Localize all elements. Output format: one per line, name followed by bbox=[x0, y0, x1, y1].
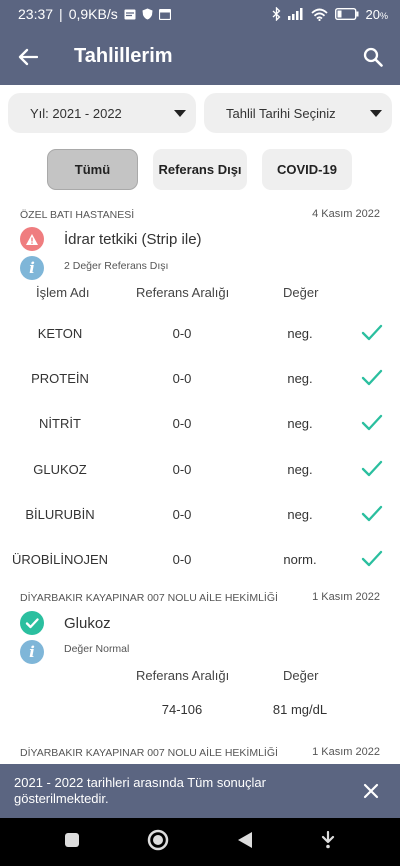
result-value: norm. bbox=[283, 552, 317, 567]
down-arrow-icon bbox=[322, 830, 335, 848]
column-header-value: Değer bbox=[283, 668, 319, 683]
battery-level: 20% bbox=[365, 6, 388, 22]
hospital-name: ÖZEL BATI HASTANESİ bbox=[20, 209, 135, 221]
check-icon bbox=[361, 414, 383, 437]
page-title: Tahlillerim bbox=[74, 45, 173, 67]
reference-range: 0-0 bbox=[172, 326, 192, 341]
hospital-name: DİYARBAKIR KAYAPINAR 007 NOLU AİLE HEKİM… bbox=[20, 592, 278, 604]
column-header-name: İşlem Adı bbox=[36, 285, 90, 300]
bluetooth-icon bbox=[272, 7, 281, 21]
system-nav-bar bbox=[0, 818, 400, 866]
test-item-name: NİTRİT bbox=[39, 416, 81, 431]
close-icon bbox=[363, 783, 379, 799]
calendar-icon bbox=[158, 8, 171, 20]
result-value: 81 mg/dL bbox=[272, 702, 328, 717]
info-icon: i bbox=[20, 256, 44, 280]
tab-covid-19[interactable]: COVID-19 bbox=[262, 149, 352, 190]
test-item-name: BİLURUBİN bbox=[25, 507, 95, 522]
reference-range: 0-0 bbox=[172, 416, 192, 431]
circle-icon bbox=[148, 829, 169, 850]
recent-apps-button[interactable] bbox=[64, 832, 80, 853]
result-value: neg. bbox=[287, 416, 313, 431]
triangle-back-icon bbox=[237, 831, 252, 848]
column-header-reference: Referans Aralığı bbox=[136, 668, 230, 683]
status-separator: | bbox=[59, 6, 63, 22]
reference-range: 0-0 bbox=[172, 371, 192, 386]
search-icon bbox=[363, 47, 383, 67]
search-button[interactable] bbox=[346, 28, 400, 85]
test-item-name: PROTEİN bbox=[31, 371, 89, 386]
reference-range: 74-106 bbox=[161, 702, 203, 717]
year-dropdown[interactable]: Yıl: 2021 - 2022 bbox=[8, 93, 196, 133]
hide-keyboard-button[interactable] bbox=[320, 830, 336, 854]
check-icon bbox=[361, 369, 383, 392]
back-button[interactable] bbox=[0, 28, 56, 85]
arrow-left-icon bbox=[18, 48, 38, 65]
result-date: 1 Kasım 2022 bbox=[312, 746, 380, 758]
test-item-name: GLUKOZ bbox=[33, 462, 87, 477]
result-date: 4 Kasım 2022 bbox=[312, 208, 380, 220]
hospital-name: DİYARBAKIR KAYAPINAR 007 NOLU AİLE HEKİM… bbox=[20, 747, 278, 759]
snackbar-message: 2021 - 2022 tarihleri arasında Tüm sonuç… bbox=[14, 775, 266, 806]
snackbar: 2021 - 2022 tarihleri arasında Tüm sonuç… bbox=[0, 764, 400, 818]
date-dropdown-label: Tahlil Tarihi Seçiniz bbox=[226, 105, 336, 121]
close-button[interactable] bbox=[356, 776, 386, 806]
result-value: neg. bbox=[287, 507, 313, 522]
status-network-speed: 0,9KB/s bbox=[68, 6, 118, 22]
check-icon bbox=[20, 611, 44, 635]
test-item-name: KETON bbox=[37, 326, 83, 341]
square-icon bbox=[64, 832, 79, 847]
reference-range: 0-0 bbox=[172, 507, 192, 522]
status-bar: 23:37 | 0,9KB/s 20% bbox=[0, 0, 400, 28]
test-item-name: ÜROBİLİNOJEN bbox=[11, 552, 109, 567]
result-note: Değer Normal bbox=[64, 643, 130, 655]
result-date: 1 Kasım 2022 bbox=[312, 591, 380, 603]
result-note: 2 Değer Referans Dışı bbox=[64, 260, 169, 272]
warning-icon bbox=[20, 227, 44, 251]
check-icon bbox=[361, 550, 383, 573]
filter-tabs: Tümü Referans Dışı COVID-19 bbox=[47, 149, 352, 190]
reference-range: 0-0 bbox=[172, 462, 192, 477]
date-dropdown[interactable]: Tahlil Tarihi Seçiniz bbox=[204, 93, 392, 133]
home-button[interactable] bbox=[147, 829, 169, 856]
check-icon bbox=[361, 505, 383, 528]
test-name[interactable]: İdrar tetkiki (Strip ile) bbox=[64, 231, 202, 248]
check-icon bbox=[361, 460, 383, 483]
tab-all[interactable]: Tümü bbox=[47, 149, 138, 190]
status-time: 23:37 bbox=[18, 6, 54, 22]
result-value: neg. bbox=[287, 462, 313, 477]
back-nav-button[interactable] bbox=[237, 831, 253, 854]
caret-down-icon bbox=[370, 109, 382, 117]
shield-icon bbox=[142, 8, 153, 20]
column-header-reference: Referans Aralığı bbox=[136, 285, 230, 300]
result-value: neg. bbox=[287, 371, 313, 386]
filter-row: Yıl: 2021 - 2022 Tahlil Tarihi Seçiniz bbox=[8, 93, 392, 133]
result-value: neg. bbox=[287, 326, 313, 341]
year-dropdown-label: Yıl: 2021 - 2022 bbox=[30, 105, 122, 121]
battery-icon bbox=[334, 8, 359, 20]
caret-down-icon bbox=[174, 109, 186, 117]
info-icon: i bbox=[20, 640, 44, 664]
test-name[interactable]: Glukoz bbox=[64, 615, 111, 632]
tab-out-of-reference[interactable]: Referans Dışı bbox=[153, 149, 247, 190]
reference-range: 0-0 bbox=[172, 552, 192, 567]
column-header-value: Değer bbox=[283, 285, 319, 300]
wifi-icon bbox=[310, 8, 328, 21]
check-icon bbox=[361, 324, 383, 347]
signal-icon bbox=[287, 8, 304, 20]
message-icon bbox=[124, 9, 136, 20]
app-bar: Tahlillerim bbox=[0, 28, 400, 85]
